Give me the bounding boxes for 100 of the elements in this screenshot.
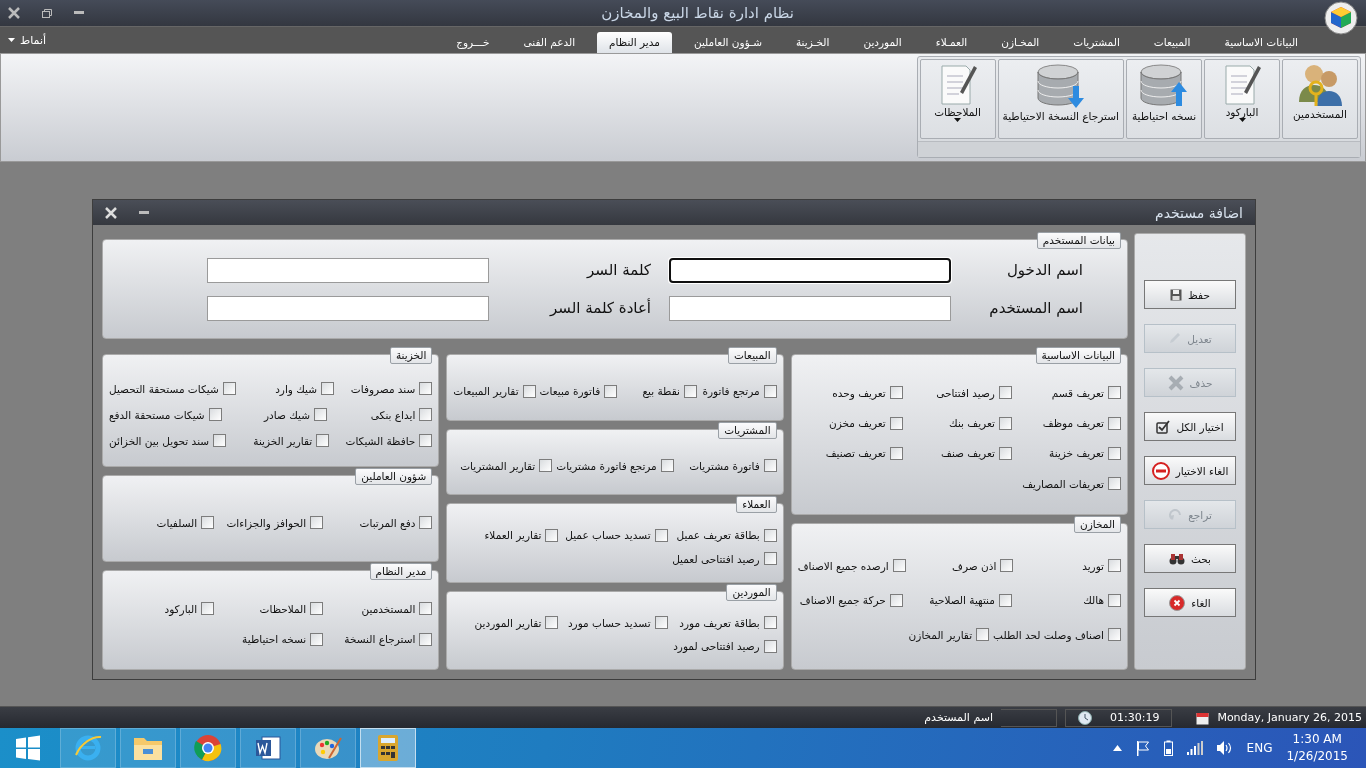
checkbox[interactable] — [998, 386, 1012, 400]
volume-icon[interactable] — [1216, 741, 1233, 755]
input-field[interactable] — [669, 257, 951, 283]
checkbox[interactable] — [889, 416, 903, 430]
checkbox[interactable] — [889, 386, 903, 400]
checkbox[interactable] — [763, 384, 777, 398]
checkbox[interactable] — [321, 382, 335, 395]
input-field[interactable] — [207, 295, 489, 321]
binoculars-icon — [1169, 552, 1185, 565]
checkbox[interactable] — [654, 528, 668, 542]
checkbox[interactable] — [1108, 559, 1121, 573]
action-button[interactable]: حفظ — [1144, 280, 1236, 309]
restore-icon[interactable] — [42, 8, 52, 18]
checkbox[interactable] — [683, 384, 697, 398]
menu-tab[interactable]: المبيعات — [1141, 32, 1203, 53]
action-button[interactable]: الغاء الاختيار — [1144, 456, 1236, 485]
checkbox[interactable] — [1108, 477, 1121, 491]
styles-menu[interactable]: أنماط — [8, 29, 46, 51]
checkbox[interactable] — [419, 382, 433, 395]
menu-tab[interactable]: البيانات الاساسية — [1212, 32, 1310, 53]
checkbox[interactable] — [1108, 446, 1121, 460]
checkbox[interactable] — [763, 552, 777, 565]
action-button[interactable]: بحث — [1144, 544, 1236, 573]
checkbox[interactable] — [208, 408, 222, 421]
taskbar-app[interactable] — [240, 728, 296, 768]
checkbox[interactable] — [314, 408, 327, 421]
checkbox[interactable] — [998, 593, 1012, 607]
checkbox-label: بطاقة تعريف مورد — [679, 616, 760, 629]
checkbox[interactable] — [763, 528, 777, 542]
checkbox[interactable] — [1108, 386, 1121, 400]
menu-tab[interactable]: الخـزينة — [783, 32, 842, 53]
taskbar-app[interactable] — [360, 728, 416, 768]
checkbox[interactable] — [998, 416, 1012, 430]
checkbox[interactable] — [419, 434, 433, 447]
checkbox[interactable] — [660, 459, 674, 473]
action-button[interactable]: اختيار الكل — [1144, 412, 1236, 441]
checkbox[interactable] — [522, 384, 536, 398]
field-label: أعادة كلمة السر — [548, 299, 652, 317]
checkbox[interactable] — [1108, 628, 1121, 642]
flag-icon[interactable] — [1135, 740, 1150, 756]
checkbox[interactable] — [310, 632, 324, 646]
signal-icon[interactable] — [1186, 741, 1203, 755]
checkbox[interactable] — [604, 384, 618, 398]
checkbox[interactable] — [201, 516, 215, 529]
checkbox[interactable] — [998, 446, 1012, 460]
checkbox[interactable] — [310, 602, 324, 616]
menu-tab[interactable]: الموردين — [851, 32, 914, 53]
taskbar-clock[interactable]: 1:30 AM 1/26/2015 — [1286, 731, 1348, 765]
menu-tab[interactable]: مدير النظام — [597, 32, 672, 53]
minimize-icon[interactable] — [139, 210, 149, 215]
checkbox[interactable] — [419, 632, 433, 646]
close-icon[interactable] — [8, 7, 20, 19]
checkbox[interactable] — [654, 616, 668, 629]
checkbox[interactable] — [545, 528, 559, 542]
checkbox[interactable] — [763, 639, 777, 653]
ribbon-button[interactable]: نسخه احتياطية — [1126, 59, 1202, 139]
checkbox-label: توريد — [1082, 559, 1104, 572]
checkbox[interactable] — [976, 628, 990, 642]
menu-tab[interactable]: خـــروج — [444, 32, 502, 53]
menu-tab[interactable]: المخـازن — [989, 32, 1052, 53]
menu-tab[interactable]: العمـلاء — [923, 32, 980, 53]
checkbox[interactable] — [763, 616, 777, 629]
menu-tab[interactable]: شـؤون العاملين — [681, 32, 774, 53]
checkbox-label: تعريف خزينة — [1049, 447, 1104, 460]
checkbox[interactable] — [201, 602, 215, 616]
checkbox[interactable] — [545, 616, 559, 629]
show-hidden-icons-icon[interactable] — [1112, 745, 1122, 751]
checkbox[interactable] — [763, 459, 777, 473]
menu-tab[interactable]: الدعم الفنى — [511, 32, 588, 53]
checkbox[interactable] — [316, 434, 330, 447]
checkbox[interactable] — [222, 382, 236, 395]
checkbox[interactable] — [310, 516, 324, 529]
checkbox[interactable] — [1108, 593, 1121, 607]
checkbox[interactable] — [419, 408, 433, 421]
checkbox[interactable] — [419, 516, 433, 529]
checkbox-label: ايداع بنكى — [370, 408, 416, 421]
ribbon-button[interactable]: الملاحظات — [919, 59, 996, 139]
close-icon[interactable] — [105, 206, 117, 219]
checkbox[interactable] — [892, 559, 906, 573]
checkbox[interactable] — [539, 459, 553, 473]
menu-tab[interactable]: المشتريات — [1061, 32, 1132, 53]
checkbox[interactable] — [889, 593, 903, 607]
minimize-icon[interactable] — [74, 11, 84, 15]
input-field[interactable] — [207, 257, 489, 283]
checkbox[interactable] — [213, 434, 227, 447]
windows-start-icon[interactable] — [15, 735, 41, 761]
checkbox-label: تعريف تصنيف — [825, 447, 886, 460]
checkbox[interactable] — [1000, 559, 1014, 573]
checkbox-label: منتهية الصلاحية — [929, 594, 995, 607]
checkbox[interactable] — [889, 446, 903, 460]
ribbon-button[interactable]: استرجاع النسخة الاحتياطية — [997, 59, 1124, 139]
ribbon-button[interactable]: الباركود — [1204, 59, 1280, 139]
ribbon-button[interactable]: المستخدمين — [1282, 59, 1358, 139]
action-button[interactable]: الغاء — [1144, 588, 1236, 617]
input-field[interactable] — [669, 295, 951, 321]
battery-icon[interactable] — [1163, 740, 1173, 756]
language-indicator[interactable]: ENG — [1246, 741, 1273, 755]
checkbox[interactable] — [419, 602, 433, 616]
checkbox-label: اصناف وصلت لحد الطلب — [993, 628, 1104, 641]
checkbox[interactable] — [1108, 416, 1121, 430]
